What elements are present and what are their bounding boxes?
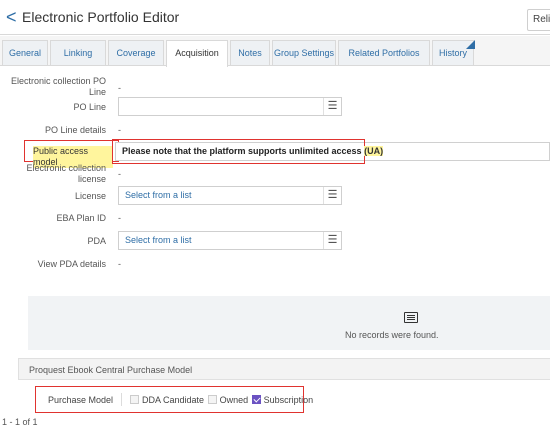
tab-linking[interactable]: Linking: [50, 40, 106, 65]
license-list-icon[interactable]: ☰: [323, 187, 341, 204]
public-access-model-text: Please note that the platform supports u…: [122, 146, 362, 156]
po-line-input[interactable]: [118, 97, 342, 116]
header-action-button[interactable]: Reli: [527, 9, 550, 31]
public-access-model-value: Please note that the platform supports u…: [122, 146, 384, 156]
records-panel: [28, 296, 550, 350]
license-select[interactable]: Select from a list: [118, 186, 342, 205]
eba-plan-id-label: EBA Plan ID: [56, 213, 106, 223]
flag-corner-icon: [466, 40, 475, 49]
tab-group-settings[interactable]: Group Settings: [272, 40, 336, 65]
dda-candidate-checkbox[interactable]: [130, 395, 139, 404]
owned-label: Owned: [219, 395, 249, 405]
po-line-details-value: -: [118, 125, 121, 135]
list-icon: [404, 312, 418, 323]
tab-notes[interactable]: Notes: [230, 40, 270, 65]
po-line-list-icon[interactable]: ☰: [323, 98, 341, 115]
subscription-option[interactable]: Subscription: [251, 395, 314, 405]
no-records-message: No records were found.: [345, 330, 439, 340]
owned-checkbox[interactable]: [207, 395, 217, 404]
purchase-model-label: Purchase Model: [48, 395, 114, 405]
license-label: License: [74, 191, 106, 201]
electronic-collection-license-value: -: [118, 169, 121, 179]
owned-option[interactable]: Owned: [207, 395, 249, 405]
purchase-model-divider: [121, 393, 122, 406]
tab-general[interactable]: General: [2, 40, 48, 65]
subscription-label: Subscription: [263, 395, 314, 405]
public-access-model-code: (UA): [364, 146, 384, 156]
electronic-collection-po-line-label: Electronic collection PO Line: [10, 76, 106, 97]
dda-candidate-option[interactable]: DDA Candidate: [130, 395, 204, 405]
page-title: Electronic Portfolio Editor: [22, 9, 180, 25]
electronic-collection-license-label: Electronic collection license: [26, 163, 106, 184]
pda-select[interactable]: Select from a list: [118, 231, 342, 250]
tab-acquisition[interactable]: Acquisition: [166, 40, 228, 67]
po-line-label: PO Line: [73, 102, 106, 112]
subscription-checkbox[interactable]: [251, 395, 261, 404]
pagination-summary: 1 - 1 of 1: [2, 417, 38, 427]
purchase-model-section-title: Proquest Ebook Central Purchase Model: [29, 365, 193, 375]
purchase-model-options: DDA Candidate Owned Subscription: [130, 395, 313, 405]
pda-list-icon[interactable]: ☰: [323, 232, 341, 249]
view-pda-details-value: -: [118, 259, 121, 269]
back-arrow-icon[interactable]: <: [6, 8, 20, 26]
electronic-collection-po-line-value: -: [118, 83, 121, 93]
po-line-details-label: PO Line details: [44, 125, 106, 135]
tab-related-portfolios[interactable]: Related Portfolios: [338, 40, 430, 65]
view-pda-details-label: View PDA details: [37, 259, 106, 269]
pda-label: PDA: [87, 236, 106, 246]
tab-coverage[interactable]: Coverage: [108, 40, 164, 65]
eba-plan-id-value: -: [118, 213, 121, 223]
dda-candidate-label: DDA Candidate: [142, 395, 205, 405]
